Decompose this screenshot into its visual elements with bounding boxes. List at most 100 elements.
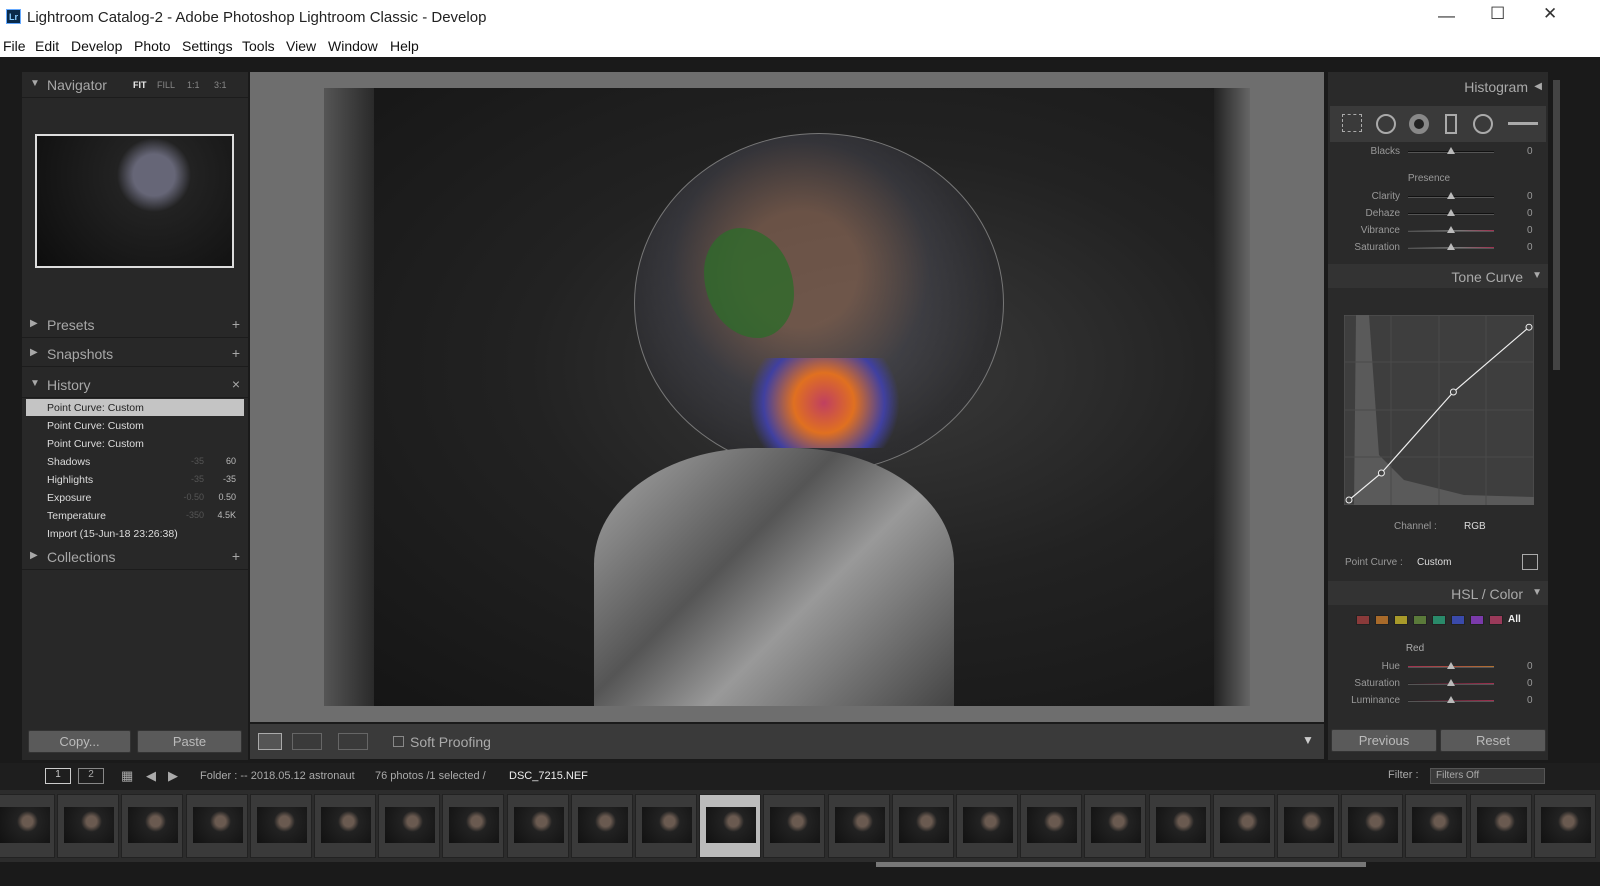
nav-fill[interactable]: FILL: [157, 80, 175, 90]
filmstrip-thumbnail[interactable]: [1341, 794, 1404, 858]
history-item[interactable]: Exposure -0.50 0.50: [26, 489, 244, 506]
history-item[interactable]: Import (15-Jun-18 23:26:38): [26, 525, 244, 542]
filmstrip-thumbnail[interactable]: [956, 794, 1018, 858]
slider-knob[interactable]: [1447, 662, 1455, 669]
history-item[interactable]: Shadows -35 60: [26, 453, 244, 470]
folder-label[interactable]: Folder : -- 2018.05.12 astronaut: [200, 770, 355, 782]
crop-tool-icon[interactable]: [1342, 114, 1362, 132]
paste-button[interactable]: Paste: [137, 730, 242, 753]
previous-button[interactable]: Previous: [1331, 729, 1437, 752]
tone-curve-graph[interactable]: [1344, 315, 1534, 505]
history-header[interactable]: ▼ History ×: [22, 372, 248, 398]
filmstrip-thumbnail[interactable]: [314, 794, 376, 858]
filmstrip-thumbnail[interactable]: [891, 794, 954, 858]
menu-photo[interactable]: Photo: [134, 38, 171, 54]
history-item[interactable]: Point Curve: Custom: [26, 399, 244, 416]
curve-point[interactable]: [1525, 323, 1533, 331]
filmstrip-thumbnail[interactable]: [1277, 794, 1339, 858]
snapshots-header[interactable]: ▶ Snapshots +: [22, 341, 248, 367]
filmstrip-thumbnail[interactable]: [378, 794, 441, 858]
menu-view[interactable]: View: [286, 38, 316, 54]
radial-filter-icon[interactable]: [1473, 114, 1493, 134]
navigator-header[interactable]: ▼ Navigator FIT FILL 1:1 3:1: [22, 72, 248, 98]
curve-point[interactable]: [1449, 388, 1457, 396]
slider-knob[interactable]: [1447, 147, 1455, 154]
menu-settings[interactable]: Settings: [182, 38, 233, 54]
toolbar-menu-icon[interactable]: ▼: [1302, 733, 1314, 747]
minimize-button[interactable]: —: [1438, 6, 1455, 26]
hsl-color-swatch[interactable]: [1470, 615, 1484, 625]
curve-point[interactable]: [1377, 469, 1385, 477]
filmstrip-thumbnail[interactable]: [1533, 794, 1596, 858]
history-item[interactable]: Point Curve: Custom: [26, 417, 244, 434]
slider-knob[interactable]: [1447, 679, 1455, 686]
menu-develop[interactable]: Develop: [71, 38, 122, 54]
edit-point-curve-icon[interactable]: [1522, 554, 1538, 570]
slider-knob[interactable]: [1447, 243, 1455, 250]
add-snapshot-icon[interactable]: +: [232, 345, 240, 361]
history-item[interactable]: Point Curve: Custom: [26, 435, 244, 452]
filmstrip-thumbnail[interactable]: [0, 794, 55, 858]
filmstrip-thumbnail[interactable]: [249, 794, 312, 858]
nav-1-1[interactable]: 1:1: [187, 80, 200, 90]
slider-knob[interactable]: [1447, 192, 1455, 199]
slider-knob[interactable]: [1447, 226, 1455, 233]
spot-removal-icon[interactable]: [1376, 114, 1396, 134]
reset-button[interactable]: Reset: [1440, 729, 1546, 752]
hsl-color-swatch[interactable]: [1375, 615, 1389, 625]
tone-curve-header[interactable]: Tone Curve ▼: [1328, 264, 1548, 288]
hsl-color-swatch[interactable]: [1413, 615, 1427, 625]
page-1-button[interactable]: 1: [45, 768, 71, 784]
point-curve-select[interactable]: Custom: [1417, 557, 1451, 568]
filmstrip-thumbnail[interactable]: [506, 794, 569, 858]
menu-window[interactable]: Window: [328, 38, 378, 54]
graduated-filter-icon[interactable]: [1445, 114, 1457, 134]
hsl-color-swatch[interactable]: [1356, 615, 1370, 625]
hsl-color-swatch[interactable]: [1451, 615, 1465, 625]
hsl-color-swatch[interactable]: [1489, 615, 1503, 625]
presets-header[interactable]: ▶ Presets +: [22, 312, 248, 338]
history-item[interactable]: Highlights -35 -35: [26, 471, 244, 488]
soft-proofing-checkbox[interactable]: [393, 736, 404, 747]
slider-knob[interactable]: [1447, 209, 1455, 216]
filmstrip-thumbnail[interactable]: [185, 794, 248, 858]
collections-header[interactable]: ▶ Collections +: [22, 544, 248, 570]
add-collection-icon[interactable]: +: [232, 548, 240, 564]
filmstrip-thumbnail[interactable]: [121, 794, 184, 858]
menu-tools[interactable]: Tools: [242, 38, 275, 54]
nav-3-1[interactable]: 3:1: [214, 80, 227, 90]
hsl-color-swatch[interactable]: [1432, 615, 1446, 625]
red-eye-icon[interactable]: [1409, 114, 1429, 134]
filmstrip-thumbnail[interactable]: [570, 794, 633, 858]
channel-select[interactable]: RGB: [1464, 521, 1486, 532]
back-arrow-icon[interactable]: ◀: [146, 768, 156, 784]
grid-view-icon[interactable]: ▦: [121, 768, 133, 784]
filmstrip-thumbnail[interactable]: [1405, 794, 1468, 858]
filmstrip-thumbnail[interactable]: [1148, 794, 1211, 858]
filmstrip-thumbnail[interactable]: [57, 794, 120, 858]
curve-point[interactable]: [1345, 496, 1353, 504]
filmstrip-thumbnail[interactable]: [1020, 794, 1083, 858]
hsl-all-button[interactable]: All: [1508, 614, 1521, 625]
forward-arrow-icon[interactable]: ▶: [168, 768, 178, 784]
selected-file[interactable]: DSC_7215.NEF: [509, 770, 588, 782]
filmstrip-thumbnail[interactable]: [1084, 794, 1147, 858]
filmstrip-thumbnail[interactable]: [1469, 794, 1532, 858]
add-preset-icon[interactable]: +: [232, 316, 240, 332]
page-2-button[interactable]: 2: [78, 768, 104, 784]
before-after-split-button[interactable]: [338, 733, 368, 750]
filmstrip-thumbnail[interactable]: [635, 794, 697, 858]
hsl-header[interactable]: HSL / Color ▼: [1328, 581, 1548, 605]
right-panel-scrollbar[interactable]: [1553, 80, 1560, 370]
menu-edit[interactable]: Edit: [35, 38, 59, 54]
filmstrip-thumbnail[interactable]: [699, 794, 762, 858]
menu-help[interactable]: Help: [390, 38, 419, 54]
hsl-color-swatch[interactable]: [1394, 615, 1408, 625]
close-button[interactable]: ✕: [1543, 4, 1557, 24]
filmstrip-scrollbar[interactable]: [876, 862, 1366, 867]
filmstrip-thumbnail[interactable]: [763, 794, 826, 858]
history-item[interactable]: Temperature -350 4.5K: [26, 507, 244, 524]
main-photo[interactable]: [324, 88, 1250, 706]
navigator-preview[interactable]: [35, 134, 234, 268]
slider-knob[interactable]: [1447, 696, 1455, 703]
